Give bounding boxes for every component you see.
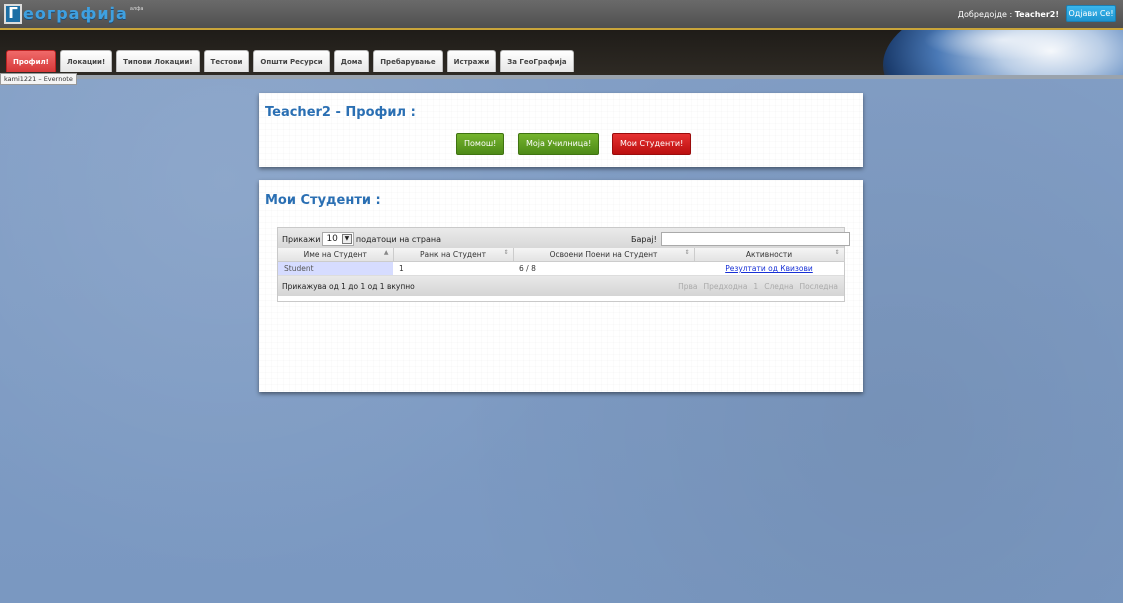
logout-button[interactable]: Одјави Се! [1066,5,1116,22]
students-table-widget: Прикажи 10 ▼ податоци на страна Барај! И… [277,227,850,302]
length-suffix: податоци на страна [355,234,442,244]
pager-next[interactable]: Следна [764,282,793,291]
students-table: Име на Студент ▲ Ранк на Студент ⇕ Освоени… [278,248,845,276]
logo-badge: алфа [129,6,144,12]
student-rank-cell: 1 [393,261,513,276]
my-students-button[interactable]: Мои Студенти! [612,133,692,155]
logo-mark: Г [4,4,22,24]
profile-panel: Teacher2 - Профил : Помош! Моја Училница… [259,93,863,167]
top-bar: Г еографија алфа Добредојде : Teacher2! … [0,0,1123,30]
column-header-rank[interactable]: Ранк на Студент ⇕ [393,248,514,262]
pager-last[interactable]: Последна [800,282,838,291]
welcome-user: Teacher2! [1014,10,1059,19]
pager-first[interactable]: Прва [678,282,697,291]
sort-icon: ⇕ [834,249,840,256]
column-header-activities[interactable]: Активности ⇕ [694,248,845,262]
students-title: Мои Студенти : [265,193,381,208]
page-length-value: 10 [326,234,338,244]
table-header-row: Име на Студент ▲ Ранк на Студент ⇕ Освоени… [278,248,845,262]
student-points-cell: 6 / 8 [513,261,694,276]
tab-profile[interactable]: Профил! [6,50,56,72]
pagination: Прва Предходна 1 Следна Последна [678,282,838,291]
student-name-cell: Student [278,261,393,276]
pager-previous[interactable]: Предходна [704,282,748,291]
students-panel: Мои Студенти : Прикажи 10 ▼ податоци на … [259,180,863,392]
table-row: Student 1 6 / 8 Резултати од Квизови [278,261,844,276]
sort-icon: ⇕ [684,249,690,256]
tab-locations[interactable]: Локации! [59,50,113,72]
page-length-select[interactable]: 10 ▼ [322,232,354,246]
tab-general-resources[interactable]: Општи Ресурси [253,50,330,72]
help-button[interactable]: Помош! [456,133,505,155]
quiz-results-link[interactable]: Резултати од Квизови [725,264,813,273]
tab-tests[interactable]: Тестови [203,50,250,72]
search-label: Барај! [631,234,657,244]
table-footer: Прикажува од 1 до 1 од 1 вкупно Прва Пре… [278,276,844,296]
my-classroom-button[interactable]: Моја Училница! [518,133,600,155]
column-label: Активности [745,250,793,259]
chevron-down-icon: ▼ [341,234,352,244]
column-label: Ранк на Студент [420,250,486,259]
column-header-points[interactable]: Освоени Поени на Студент ⇕ [513,248,695,262]
table-toolbar: Прикажи 10 ▼ податоци на страна Барај! [278,228,850,248]
pager-page-1[interactable]: 1 [753,282,758,291]
column-label: Освоени Поени на Студент [549,250,658,259]
tab-location-types[interactable]: Типови Локации! [116,50,200,72]
logo-text: еографија [23,4,128,23]
sort-icon: ⇕ [503,249,509,256]
app-logo[interactable]: Г еографија алфа [4,4,143,26]
tooltip: kami1221 – Evernote [0,73,77,85]
student-activity-cell: Резултати од Квизови [694,261,844,276]
table-search: Барај! [631,232,850,246]
length-prefix: Прикажи [282,234,321,244]
tab-search[interactable]: Пребарување [373,50,443,72]
profile-title: Teacher2 - Профил : [265,105,416,120]
welcome-prefix: Добредојде : [957,10,1015,19]
column-label: Име на Студент [303,250,367,259]
page-length-control: Прикажи 10 ▼ податоци на страна [282,232,441,246]
table-info: Прикажува од 1 до 1 од 1 вкупно [282,282,415,291]
welcome-message: Добредојде : Teacher2! [958,10,1059,19]
tab-explore[interactable]: Истражи [446,50,497,72]
main-nav-tabs: Профил! Локации! Типови Локации! Тестови… [6,50,574,72]
column-header-name[interactable]: Име на Студент ▲ [278,248,394,262]
nav-underline [0,75,1123,79]
tab-home[interactable]: Дома [333,50,370,72]
search-input[interactable] [660,232,850,246]
sort-asc-icon: ▲ [383,249,389,256]
tab-about[interactable]: За ГеоГрафија [500,50,574,72]
